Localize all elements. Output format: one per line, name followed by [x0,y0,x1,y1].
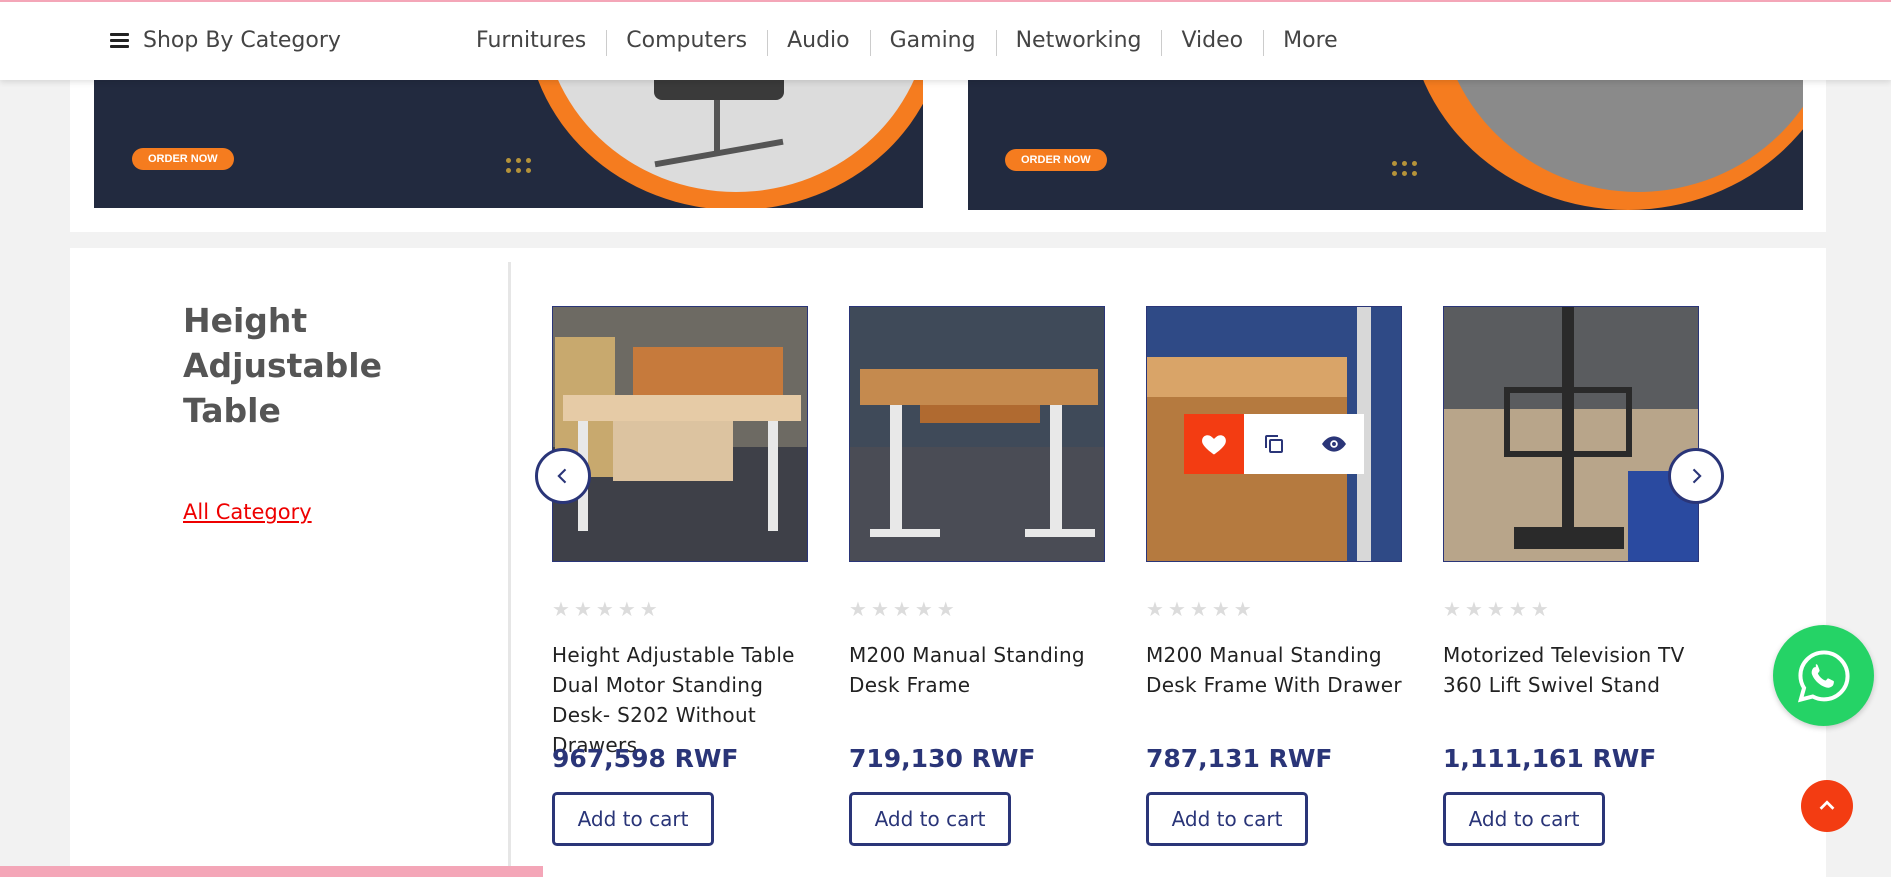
rating-stars: ★ ★ ★ ★ ★ [849,599,955,621]
nav-link-furnitures[interactable]: Furnitures [458,28,606,53]
chevron-left-icon [557,468,567,484]
dots-decoration [506,158,531,173]
shop-by-category-button[interactable]: Shop By Category [110,28,341,53]
scroll-to-top-button[interactable] [1801,780,1853,832]
product-image[interactable] [552,306,808,562]
heart-icon [1202,435,1226,455]
copy-icon [1265,435,1283,453]
add-to-cart-button[interactable]: Add to cart [1443,792,1605,846]
product-name[interactable]: M200 Manual Standing Desk Frame With Dra… [1146,640,1402,760]
rating-stars: ★ ★ ★ ★ ★ [1443,599,1549,621]
product-card: ★ ★ ★ ★ ★ Height Adjustable Table Dual Motor… [552,306,808,846]
rating-stars: ★ ★ ★ ★ ★ [552,599,658,621]
hamburger-icon [110,32,129,49]
product-image[interactable] [1443,306,1699,562]
chevron-right-icon [1692,468,1702,484]
promo-banner-2[interactable]: ORDER NOW [968,60,1803,210]
eye-icon [1322,436,1346,452]
product-price: 787,131 RWF [1146,744,1333,773]
product-price: 967,598 RWF [552,744,739,773]
product-actions [1184,414,1364,474]
nav-link-computers[interactable]: Computers [606,28,767,56]
top-navigation: Shop By Category Furnitures Computers Au… [0,0,1891,80]
whatsapp-icon [1797,649,1850,702]
whatsapp-chat-button[interactable] [1773,625,1874,726]
nav-link-more[interactable]: More [1263,28,1358,56]
product-image[interactable] [849,306,1105,562]
product-name[interactable]: Motorized Television TV 360 Lift Swivel … [1443,640,1699,760]
order-now-button[interactable]: ORDER NOW [1005,149,1107,171]
nav-link-gaming[interactable]: Gaming [869,28,996,56]
browser-status-bar [0,866,543,877]
wishlist-button[interactable] [1184,414,1244,474]
nav-link-video[interactable]: Video [1161,28,1263,56]
chevron-up-icon [1819,800,1835,810]
shop-by-category-label: Shop By Category [143,28,341,53]
all-category-link[interactable]: All Category [183,500,312,524]
product-name[interactable]: M200 Manual Standing Desk Frame [849,640,1105,760]
order-now-button[interactable]: ORDER NOW [132,148,234,170]
dots-decoration [1392,161,1417,176]
add-to-cart-button[interactable]: Add to cart [1146,792,1308,846]
nav-link-networking[interactable]: Networking [995,28,1162,56]
promo-banner-1[interactable]: ORDER NOW [94,60,923,208]
add-to-cart-button[interactable]: Add to cart [552,792,714,846]
product-price: 719,130 RWF [849,744,1036,773]
section-title: Height Adjustable Table [183,301,382,430]
quick-view-button[interactable] [1304,414,1364,474]
carousel-next-button[interactable] [1668,448,1724,504]
category-links: Furnitures Computers Audio Gaming Networ… [458,28,1358,56]
compare-button[interactable] [1244,414,1304,474]
carousel-prev-button[interactable] [535,448,591,504]
section-divider [508,262,511,877]
product-card: ★ ★ ★ ★ ★ Motorized Television TV 360 Lift S… [1443,306,1699,846]
add-to-cart-button[interactable]: Add to cart [849,792,1011,846]
product-card: ★ ★ ★ ★ ★ M200 Manual Standing Desk Frame 71… [849,306,1105,846]
product-card: ★ ★ ★ ★ ★ M200 Manual Standing Desk Frame Wi… [1146,306,1402,846]
product-name[interactable]: Height Adjustable Table Dual Motor Stand… [552,640,808,760]
rating-stars: ★ ★ ★ ★ ★ [1146,599,1252,621]
nav-link-audio[interactable]: Audio [767,28,870,56]
product-price: 1,111,161 RWF [1443,744,1657,773]
